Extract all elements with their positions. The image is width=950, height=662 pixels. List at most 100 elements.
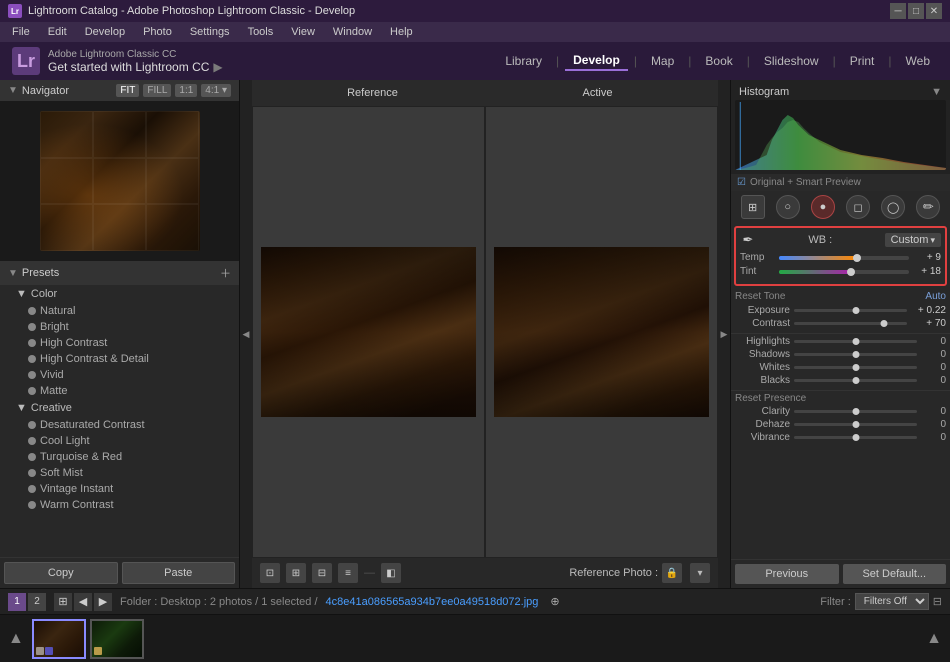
exposure-thumb[interactable] bbox=[853, 307, 860, 314]
blacks-slider[interactable] bbox=[794, 379, 917, 382]
menu-edit[interactable]: Edit bbox=[40, 24, 75, 40]
grid-view-btn[interactable]: ⊞ bbox=[54, 593, 72, 611]
shadows-thumb[interactable] bbox=[852, 351, 859, 358]
nav-book[interactable]: Book bbox=[697, 52, 740, 70]
radial-tool-btn[interactable]: ◯ bbox=[881, 195, 905, 219]
nav-map[interactable]: Map bbox=[643, 52, 682, 70]
ref-photo-arrow[interactable]: ▾ bbox=[690, 563, 710, 583]
nav-library[interactable]: Library bbox=[497, 52, 550, 70]
tint-thumb[interactable] bbox=[847, 268, 855, 276]
dehaze-slider[interactable] bbox=[794, 423, 917, 426]
filter-expand-icon[interactable]: ⊟ bbox=[933, 595, 942, 608]
preset-group-creative: ▼ Creative Desaturated Contrast Cool Lig… bbox=[0, 399, 239, 513]
nav-fit-btn[interactable]: FIT bbox=[116, 84, 139, 97]
highlights-thumb[interactable] bbox=[852, 338, 859, 345]
page-2-btn[interactable]: 2 bbox=[28, 593, 46, 611]
previous-button[interactable]: Previous bbox=[735, 564, 839, 584]
presets-add-button[interactable]: ＋ bbox=[220, 265, 231, 281]
clarity-slider[interactable] bbox=[794, 410, 917, 413]
brush-tool-btn[interactable]: ✏ bbox=[916, 195, 940, 219]
preset-item-warm-contrast[interactable]: Warm Contrast bbox=[0, 497, 239, 513]
preset-item-cool-light[interactable]: Cool Light bbox=[0, 433, 239, 449]
filmstrip-thumb-1[interactable] bbox=[32, 619, 86, 659]
navigator-collapse-icon[interactable]: ▼ bbox=[8, 85, 18, 96]
wb-section: ✒ WB : Custom ▾ Temp + 9 Tint bbox=[734, 226, 947, 286]
adjust-tool-icon[interactable]: ≡ bbox=[338, 563, 358, 583]
wb-eyedropper-tool[interactable]: ✒ bbox=[740, 232, 756, 248]
preset-group-creative-header[interactable]: ▼ Creative bbox=[0, 399, 239, 417]
blacks-row: Blacks 0 bbox=[735, 375, 946, 386]
compare-tool-icon[interactable]: ⊟ bbox=[312, 563, 332, 583]
nav-web[interactable]: Web bbox=[898, 52, 938, 70]
nav-4-1-btn[interactable]: 4:1 ▾ bbox=[201, 84, 231, 97]
menu-file[interactable]: File bbox=[4, 24, 38, 40]
tone-auto-btn[interactable]: Auto bbox=[925, 291, 946, 302]
menu-develop[interactable]: Develop bbox=[77, 24, 133, 40]
crop-tool-icon[interactable]: ⊡ bbox=[260, 563, 280, 583]
spot-tool-btn[interactable]: ○ bbox=[776, 195, 800, 219]
nav-1-1-btn[interactable]: 1:1 bbox=[175, 84, 197, 97]
whites-thumb[interactable] bbox=[852, 364, 859, 371]
menu-photo[interactable]: Photo bbox=[135, 24, 180, 40]
wb-value[interactable]: Custom ▾ bbox=[885, 233, 941, 247]
prev-photo-btn[interactable]: ◀ bbox=[74, 593, 92, 611]
contrast-thumb[interactable] bbox=[881, 320, 888, 327]
nav-fill-btn[interactable]: FILL bbox=[143, 84, 171, 97]
filmstrip-right-arrow[interactable]: ▲ bbox=[926, 630, 942, 648]
menu-window[interactable]: Window bbox=[325, 24, 380, 40]
preset-group-color-header[interactable]: ▼ Color bbox=[0, 285, 239, 303]
preset-item-vivid[interactable]: Vivid bbox=[0, 367, 239, 383]
close-button[interactable]: ✕ bbox=[926, 3, 942, 19]
blacks-thumb[interactable] bbox=[852, 377, 859, 384]
gradient-tool-btn[interactable]: ◻ bbox=[846, 195, 870, 219]
preset-item-vintage[interactable]: Vintage Instant bbox=[0, 481, 239, 497]
copy-button[interactable]: Copy bbox=[4, 562, 118, 584]
preset-dot bbox=[28, 307, 36, 315]
presets-collapse-icon[interactable]: ▼ bbox=[8, 268, 18, 279]
nav-slideshow[interactable]: Slideshow bbox=[756, 52, 827, 70]
next-photo-btn[interactable]: ▶ bbox=[94, 593, 112, 611]
nav-develop[interactable]: Develop bbox=[565, 51, 628, 71]
menu-help[interactable]: Help bbox=[382, 24, 421, 40]
temp-slider[interactable] bbox=[779, 256, 909, 260]
vibrance-thumb[interactable] bbox=[852, 434, 859, 441]
preset-item-soft-mist[interactable]: Soft Mist bbox=[0, 465, 239, 481]
filmstrip-thumb-2[interactable] bbox=[90, 619, 144, 659]
preset-item-desaturated[interactable]: Desaturated Contrast bbox=[0, 417, 239, 433]
preset-item-high-contrast[interactable]: High Contrast bbox=[0, 335, 239, 351]
contrast-slider[interactable] bbox=[794, 322, 907, 325]
highlights-slider[interactable] bbox=[794, 340, 917, 343]
preset-item-bright[interactable]: Bright bbox=[0, 319, 239, 335]
filmstrip-left-arrow[interactable]: ▲ bbox=[8, 630, 24, 648]
temp-thumb[interactable] bbox=[853, 254, 861, 262]
preset-item-turquoise[interactable]: Turquoise & Red bbox=[0, 449, 239, 465]
preset-item-natural[interactable]: Natural bbox=[0, 303, 239, 319]
paste-button[interactable]: Paste bbox=[122, 562, 236, 584]
clarity-thumb[interactable] bbox=[852, 408, 859, 415]
ref-photo-dropdown[interactable]: 🔒 bbox=[662, 563, 682, 583]
tint-slider[interactable] bbox=[779, 270, 909, 274]
whites-slider[interactable] bbox=[794, 366, 917, 369]
right-panel-collapse[interactable]: ▶ bbox=[718, 80, 730, 588]
left-panel-collapse[interactable]: ◀ bbox=[240, 80, 252, 588]
menu-view[interactable]: View bbox=[283, 24, 323, 40]
maximize-button[interactable]: □ bbox=[908, 3, 924, 19]
preview-checkbox[interactable]: ☑ bbox=[737, 177, 746, 188]
preset-item-high-contrast-detail[interactable]: High Contrast & Detail bbox=[0, 351, 239, 367]
redeye-tool-btn[interactable]: ● bbox=[811, 195, 835, 219]
exposure-slider[interactable] bbox=[794, 309, 907, 312]
menu-settings[interactable]: Settings bbox=[182, 24, 238, 40]
nav-print[interactable]: Print bbox=[842, 52, 883, 70]
dehaze-thumb[interactable] bbox=[852, 421, 859, 428]
crop-tool-btn[interactable]: ⊞ bbox=[741, 195, 765, 219]
preset-item-matte[interactable]: Matte bbox=[0, 383, 239, 399]
vibrance-slider[interactable] bbox=[794, 436, 917, 439]
before-after-icon[interactable]: ◧ bbox=[381, 563, 401, 583]
page-1-btn[interactable]: 1 bbox=[8, 593, 26, 611]
grid-tool-icon[interactable]: ⊞ bbox=[286, 563, 306, 583]
filter-select[interactable]: Filters Off Flagged Rated bbox=[855, 593, 929, 610]
shadows-slider[interactable] bbox=[794, 353, 917, 356]
menu-tools[interactable]: Tools bbox=[240, 24, 282, 40]
set-default-button[interactable]: Set Default... bbox=[843, 564, 947, 584]
minimize-button[interactable]: ─ bbox=[890, 3, 906, 19]
